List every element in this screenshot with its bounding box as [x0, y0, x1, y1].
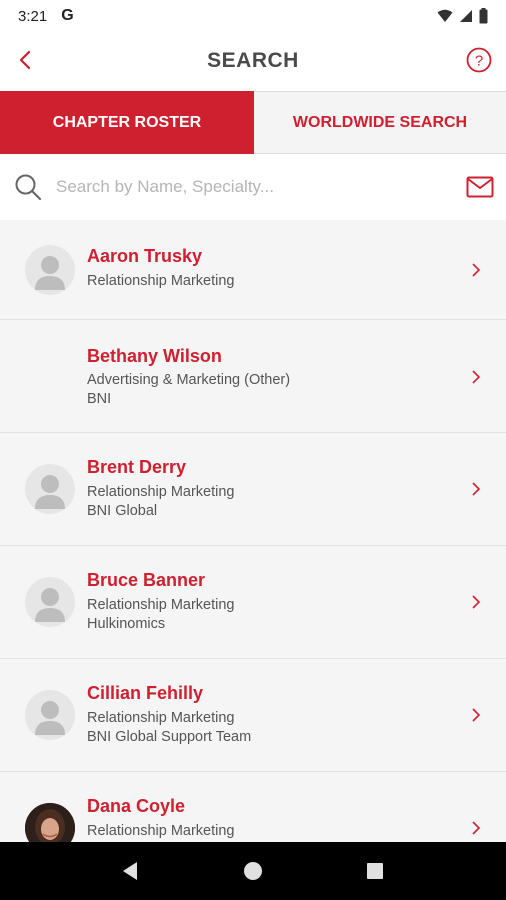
google-notification-icon: G: [61, 7, 74, 24]
status-time: 3:21: [18, 7, 48, 25]
person-icon: [35, 701, 65, 735]
avatar-photo: [25, 803, 75, 842]
member-specialty: Advertising & Marketing (Other): [87, 372, 291, 388]
tab-worldwide-search[interactable]: WORLDWIDE SEARCH: [254, 91, 506, 154]
member-name: Brent Derry: [87, 457, 187, 477]
chevron-right-icon: [472, 482, 481, 496]
search-bar: [0, 155, 506, 219]
member-row[interactable]: Dana Coyle Relationship Marketing: [0, 772, 506, 842]
page-title: SEARCH: [207, 49, 299, 72]
member-specialty: Relationship Marketing: [87, 484, 235, 500]
member-company: BNI Global Support Team: [87, 729, 252, 745]
chevron-right-icon: [472, 821, 481, 835]
member-company: BNI Global: [87, 503, 158, 519]
member-list[interactable]: Aaron Trusky Relationship Marketing Beth…: [0, 220, 506, 842]
person-icon: [35, 475, 65, 509]
chevron-right-icon: [472, 595, 481, 609]
avatar-placeholder: [25, 245, 75, 295]
avatar-placeholder: [25, 690, 75, 740]
nav-back-icon[interactable]: [119, 859, 143, 883]
nav-recents-icon[interactable]: [363, 859, 387, 883]
nav-home-icon[interactable]: [241, 859, 265, 883]
help-icon[interactable]: ?: [466, 47, 492, 73]
member-row[interactable]: Bruce Banner Relationship Marketing Hulk…: [0, 546, 506, 659]
profile-photo: [25, 803, 75, 842]
member-name: Aaron Trusky: [87, 246, 203, 266]
member-company: BNI: [87, 391, 112, 407]
svg-text:?: ?: [475, 53, 483, 70]
member-name: Bethany Wilson: [87, 346, 222, 366]
member-specialty: Relationship Marketing: [87, 823, 235, 839]
member-specialty: Relationship Marketing: [87, 597, 235, 613]
search-icon: [15, 174, 42, 201]
search-input[interactable]: [56, 177, 436, 197]
person-icon: [35, 588, 65, 622]
signal-icon: [460, 10, 472, 22]
system-nav-bar: [0, 842, 506, 900]
status-icons: [437, 8, 488, 24]
avatar-placeholder: [25, 577, 75, 627]
tab-bar: CHAPTER ROSTER WORLDWIDE SEARCH: [0, 91, 506, 154]
member-specialty: Relationship Marketing: [87, 710, 235, 726]
app-bar: SEARCH ?: [0, 32, 506, 90]
member-name: Bruce Banner: [87, 570, 206, 590]
person-icon: [35, 256, 65, 290]
chevron-right-icon: [472, 370, 481, 384]
status-bar: 3:21 G: [0, 0, 506, 32]
member-row[interactable]: Brent Derry Relationship Marketing BNI G…: [0, 433, 506, 546]
back-arrow-icon[interactable]: [14, 46, 38, 74]
battery-icon: [479, 8, 488, 24]
member-name: Cillian Fehilly: [87, 683, 204, 703]
wifi-icon: [437, 9, 453, 22]
avatar-placeholder: [25, 464, 75, 514]
member-company: Hulkinomics: [87, 616, 166, 632]
tab-chapter-roster[interactable]: CHAPTER ROSTER: [0, 91, 254, 154]
mail-icon[interactable]: [466, 176, 494, 198]
member-row[interactable]: Aaron Trusky Relationship Marketing: [0, 220, 506, 320]
chevron-right-icon: [472, 708, 481, 722]
member-row[interactable]: Bethany Wilson Advertising & Marketing (…: [0, 320, 506, 433]
member-specialty: Relationship Marketing: [87, 273, 235, 289]
member-row[interactable]: Cillian Fehilly Relationship Marketing B…: [0, 659, 506, 772]
chevron-right-icon: [472, 263, 481, 277]
member-name: Dana Coyle: [87, 796, 186, 816]
